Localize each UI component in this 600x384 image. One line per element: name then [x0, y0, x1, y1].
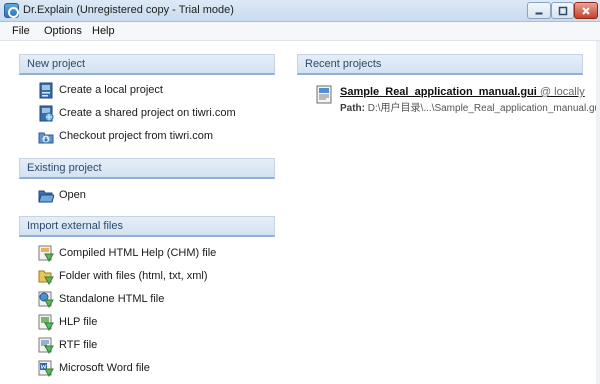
import-hlp-link[interactable]: HLP file	[38, 314, 275, 332]
import-chm-link[interactable]: Compiled HTML Help (CHM) file	[38, 245, 275, 263]
import-folder-label: Folder with files (html, txt, xml)	[59, 270, 208, 282]
import-html-link[interactable]: Standalone HTML file	[38, 291, 275, 309]
menu-help[interactable]: Help	[92, 25, 115, 37]
import-folder-link[interactable]: Folder with files (html, txt, xml)	[38, 268, 275, 286]
recent-project-location: @ locally	[539, 86, 585, 98]
app-logo-icon	[4, 3, 19, 18]
create-shared-project-label: Create a shared project on tiwri.com	[59, 107, 236, 119]
word-file-icon	[38, 360, 54, 377]
recent-project-path-value: D:\用户目录\...\Sample_Real_application_manu…	[367, 103, 600, 114]
import-hlp-label: HLP file	[59, 316, 98, 328]
import-rtf-label: RTF file	[59, 339, 98, 351]
local-project-icon	[39, 82, 53, 99]
close-button[interactable]	[574, 2, 598, 19]
title-bar: Dr.Explain (Unregistered copy - Trial mo…	[0, 0, 600, 22]
close-icon	[582, 6, 590, 15]
html-file-icon	[38, 291, 54, 308]
new-project-title: New project	[27, 58, 86, 70]
import-word-label: Microsoft Word file	[59, 362, 150, 374]
open-folder-icon	[38, 190, 54, 203]
chm-file-icon	[38, 245, 54, 262]
checkout-project-label: Checkout project from tiwri.com	[59, 130, 214, 142]
recent-project-path-label: Path:	[340, 103, 365, 114]
menu-options[interactable]: Options	[44, 25, 82, 37]
window-title: Dr.Explain (Unregistered copy - Trial mo…	[23, 4, 234, 16]
import-html-label: Standalone HTML file	[59, 293, 165, 305]
import-chm-label: Compiled HTML Help (CHM) file	[59, 247, 217, 259]
recent-project-name[interactable]: Sample_Real_application_manual.gui @ loc…	[340, 86, 585, 98]
import-rtf-link[interactable]: RTF file	[38, 337, 275, 355]
create-local-project-link[interactable]: Create a local project	[38, 82, 275, 100]
new-project-header: New project	[19, 54, 275, 75]
recent-project-item[interactable]: Sample_Real_application_manual.gui @ loc…	[316, 85, 600, 114]
start-page: New project Create a local project Creat…	[0, 41, 600, 384]
menu-file[interactable]: File	[12, 25, 30, 37]
recent-project-filename: Sample_Real_application_manual.gui	[340, 86, 537, 98]
create-shared-project-link[interactable]: Create a shared project on tiwri.com	[38, 105, 275, 123]
project-file-icon	[316, 85, 332, 104]
window-right-border	[596, 41, 600, 384]
minimize-icon	[535, 12, 543, 14]
import-files-title: Import external files	[27, 220, 123, 232]
rtf-file-icon	[38, 337, 54, 354]
import-word-link[interactable]: Microsoft Word file	[38, 360, 275, 378]
recent-projects-title: Recent projects	[305, 58, 382, 70]
hlp-file-icon	[38, 314, 54, 331]
recent-project-path: Path: D:\用户目录\...\Sample_Real_applicatio…	[340, 99, 600, 114]
open-label: Open	[59, 189, 86, 201]
create-local-project-label: Create a local project	[59, 84, 163, 96]
menu-bar: File Options Help	[0, 22, 600, 41]
maximize-button[interactable]	[551, 2, 574, 19]
existing-project-title: Existing project	[27, 162, 102, 174]
import-files-header: Import external files	[19, 216, 275, 237]
recent-projects-header: Recent projects	[297, 54, 583, 75]
existing-project-header: Existing project	[19, 158, 275, 179]
folder-files-icon	[38, 270, 54, 285]
minimize-button[interactable]	[527, 2, 551, 19]
maximize-icon	[558, 6, 567, 15]
shared-project-icon	[39, 105, 54, 122]
checkout-icon	[38, 132, 54, 144]
checkout-project-link[interactable]: Checkout project from tiwri.com	[38, 128, 275, 146]
open-project-link[interactable]: Open	[38, 187, 275, 205]
